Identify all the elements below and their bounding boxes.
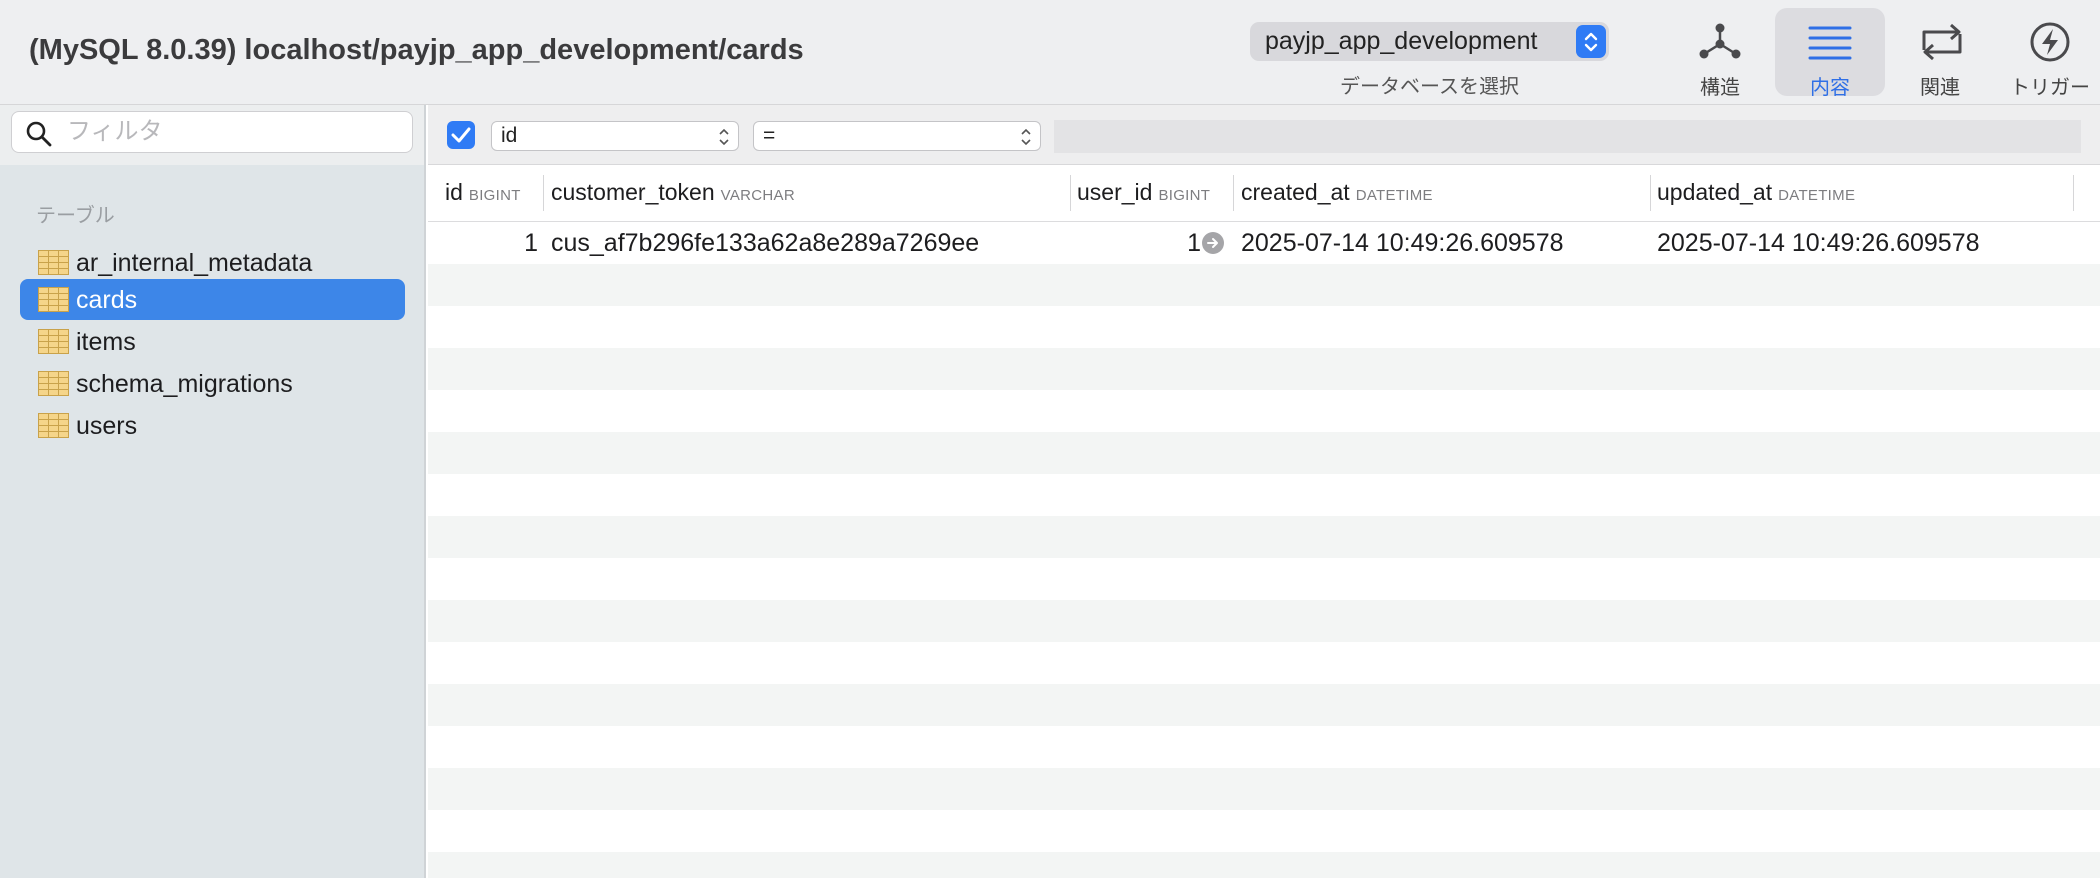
sidebar: テーブル ar_internal_metadata cards items sc… [0, 105, 426, 878]
relations-arrows-icon [1922, 23, 1962, 61]
table-row[interactable]: 1 cus_af7b296fe133a62a8e289a7269ee 1 202… [428, 222, 2100, 264]
sidebar-item-label: cards [76, 286, 138, 314]
database-select-value: payjp_app_development [1265, 27, 1538, 55]
filter-enabled-checkbox[interactable] [447, 121, 475, 149]
empty-row [428, 600, 2100, 642]
empty-row [428, 810, 2100, 852]
empty-row [428, 306, 2100, 348]
lightning-bolt-icon [2030, 22, 2070, 62]
column-name: updated_at [1657, 179, 1773, 205]
structure-graph-icon [1699, 23, 1741, 59]
sidebar-item-schema-migrations[interactable]: schema_migrations [20, 363, 405, 404]
content-grid: id BIGINT customer_token VARCHAR user_id BI… [428, 165, 2100, 878]
empty-row [428, 432, 2100, 474]
sidebar-filter-area [0, 105, 424, 165]
filter-field-select[interactable]: id [491, 121, 739, 151]
column-header-id[interactable]: id BIGINT [445, 179, 521, 206]
relations-button[interactable]: 関連 [1885, 8, 1995, 99]
column-resize-handle[interactable] [2073, 175, 2074, 211]
row-filter-bar: id = [428, 105, 2100, 165]
empty-row [428, 474, 2100, 516]
table-icon [38, 413, 69, 438]
sidebar-item-users[interactable]: users [20, 405, 405, 446]
window-toolbar: (MySQL 8.0.39) localhost/payjp_app_devel… [0, 0, 2100, 105]
column-name: user_id [1077, 179, 1153, 205]
foreign-key-arrow-icon[interactable] [1202, 232, 1224, 254]
column-resize-handle[interactable] [543, 175, 544, 211]
sidebar-item-cards[interactable]: cards [20, 279, 405, 320]
cell-updated-at[interactable]: 2025-07-14 10:49:26.609578 [1657, 229, 1980, 258]
column-type: BIGINT [468, 187, 521, 204]
empty-row [428, 348, 2100, 390]
window-title: (MySQL 8.0.39) localhost/payjp_app_devel… [29, 34, 804, 66]
column-resize-handle[interactable] [1233, 175, 1234, 211]
column-type: DATETIME [1355, 187, 1433, 204]
filter-operator-select[interactable]: = [753, 121, 1041, 151]
column-name: created_at [1241, 179, 1350, 205]
column-header-created-at[interactable]: created_at DATETIME [1241, 179, 1433, 206]
list-lines-icon [1808, 26, 1852, 60]
structure-button[interactable]: 構造 [1665, 8, 1775, 99]
sidebar-item-label: items [76, 328, 136, 356]
column-type: VARCHAR [720, 187, 795, 204]
column-header-user-id[interactable]: user_id BIGINT [1077, 179, 1210, 206]
column-header-updated-at[interactable]: updated_at DATETIME [1657, 179, 1855, 206]
filter-value-input[interactable] [1054, 120, 2081, 153]
database-select[interactable]: payjp_app_development [1250, 22, 1609, 61]
empty-row [428, 390, 2100, 432]
search-icon [26, 121, 52, 147]
sidebar-item-label: schema_migrations [76, 370, 293, 398]
cell-created-at[interactable]: 2025-07-14 10:49:26.609578 [1241, 229, 1564, 258]
empty-row [428, 642, 2100, 684]
empty-row [428, 852, 2100, 878]
filter-field-value: id [501, 124, 518, 147]
structure-label: 構造 [1700, 77, 1740, 99]
content-label: 内容 [1810, 77, 1850, 99]
cell-customer-token[interactable]: cus_af7b296fe133a62a8e289a7269ee [551, 229, 979, 258]
empty-row [428, 558, 2100, 600]
checkmark-icon [451, 127, 471, 143]
empty-row [428, 768, 2100, 810]
content-button[interactable]: 内容 [1775, 8, 1885, 99]
empty-row [428, 684, 2100, 726]
sidebar-item-items[interactable]: items [20, 321, 405, 362]
column-type: BIGINT [1158, 187, 1211, 204]
updown-chevron-icon [1021, 128, 1031, 146]
table-icon [38, 329, 69, 354]
tables-section-label: テーブル [36, 205, 115, 227]
table-icon [38, 250, 69, 275]
empty-row [428, 516, 2100, 558]
sidebar-item-label: ar_internal_metadata [76, 249, 313, 277]
triggers-button[interactable]: トリガー [1995, 8, 2100, 99]
empty-row [428, 726, 2100, 768]
column-resize-handle[interactable] [1070, 175, 1071, 211]
relations-label: 関連 [1920, 77, 1960, 99]
updown-chevron-icon [719, 128, 729, 146]
triggers-label: トリガー [2010, 77, 2090, 99]
database-select-caption: データベースを選択 [1340, 76, 1519, 98]
updown-chevron-icon [1576, 25, 1606, 58]
column-name: id [445, 179, 463, 205]
column-header-customer-token[interactable]: customer_token VARCHAR [551, 179, 795, 206]
empty-row [428, 264, 2100, 306]
cell-user-id[interactable]: 1 [1073, 229, 1201, 258]
column-name: customer_token [551, 179, 715, 205]
grid-header: id BIGINT customer_token VARCHAR user_id BI… [428, 165, 2100, 222]
table-filter[interactable] [11, 111, 413, 153]
column-resize-handle[interactable] [1650, 175, 1651, 211]
sidebar-item-label: users [76, 412, 138, 440]
cell-id[interactable]: 1 [428, 229, 538, 258]
table-icon [38, 371, 69, 396]
filter-operator-value: = [763, 124, 776, 147]
table-filter-input[interactable] [67, 116, 397, 148]
table-icon [38, 287, 69, 312]
sidebar-item-ar-internal-metadata[interactable]: ar_internal_metadata [20, 242, 405, 283]
column-type: DATETIME [1778, 187, 1856, 204]
